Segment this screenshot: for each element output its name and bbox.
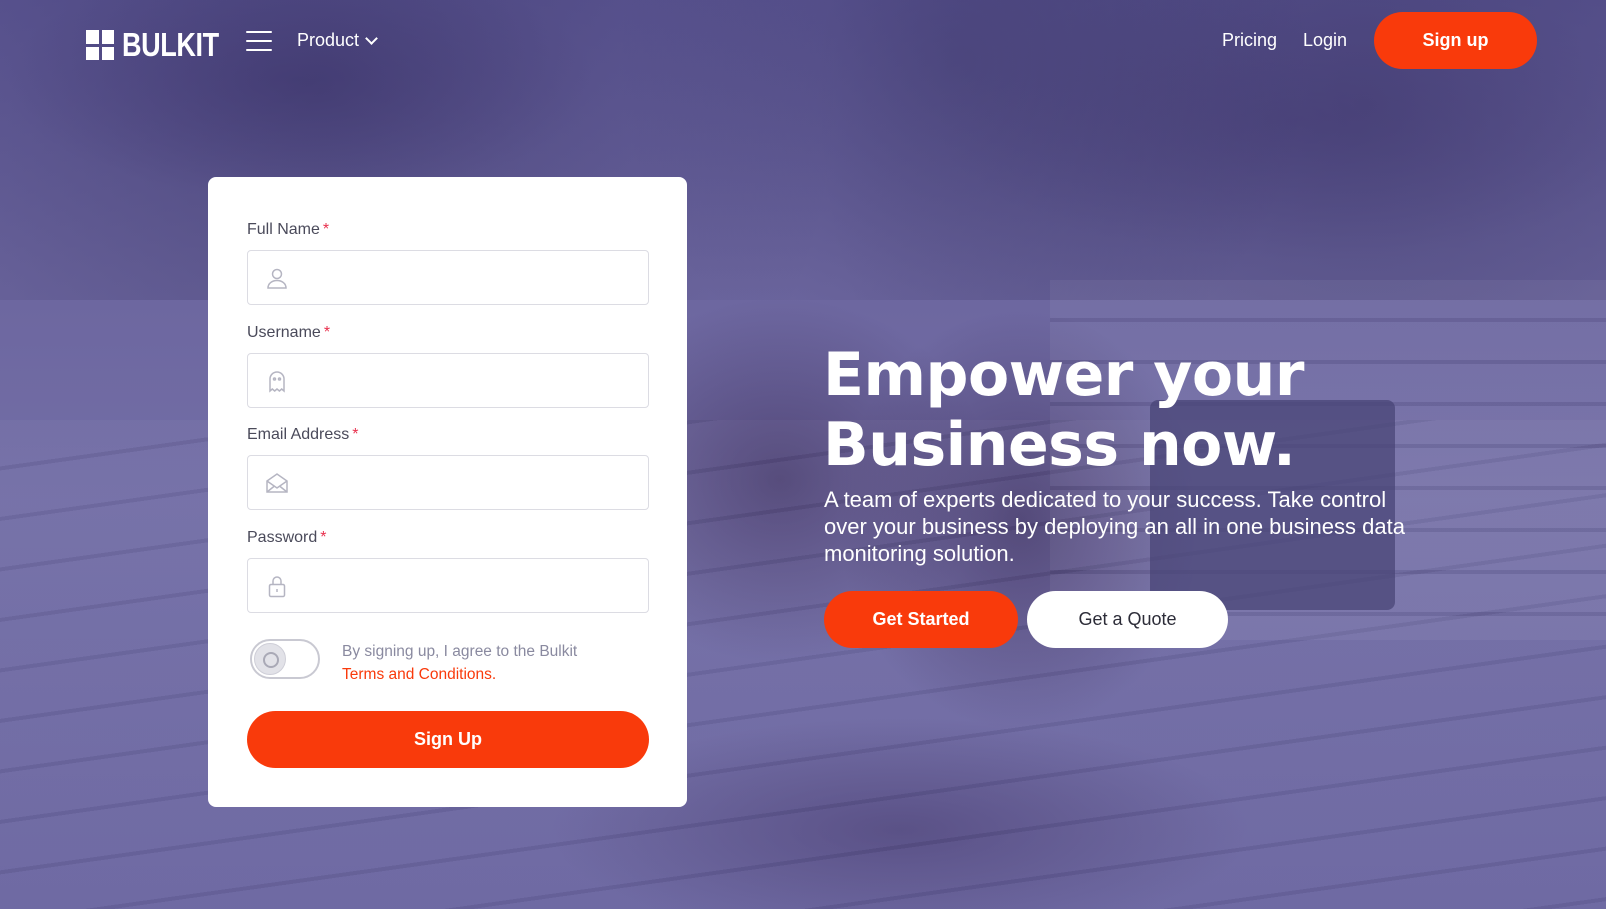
- password-label: Password *: [247, 529, 327, 546]
- pricing-link[interactable]: Pricing: [1222, 30, 1277, 51]
- hero-headline: Empower your Business now.: [823, 340, 1463, 480]
- email-field[interactable]: [247, 455, 649, 510]
- required-mark: *: [322, 221, 330, 238]
- username-input[interactable]: [300, 354, 640, 407]
- full-name-field[interactable]: [247, 250, 649, 305]
- full-name-label: Full Name *: [247, 221, 330, 238]
- hero-subtext: A team of experts dedicated to your succ…: [824, 487, 1405, 566]
- username-field[interactable]: [247, 353, 649, 408]
- nav-signup-button[interactable]: Sign up: [1374, 12, 1537, 69]
- terms-link[interactable]: Terms and Conditions.: [342, 663, 496, 686]
- get-started-button[interactable]: Get Started: [824, 591, 1018, 648]
- envelope-icon: [266, 473, 288, 493]
- signup-form-card: Full Name * Username * Email Address * Pass…: [208, 177, 687, 807]
- product-dropdown[interactable]: Product: [297, 30, 378, 51]
- agree-text: By signing up, I agree to the Bulkit: [342, 643, 578, 660]
- product-dropdown-label: Product: [297, 30, 360, 50]
- headline-line-1: Empower your: [823, 340, 1304, 410]
- username-label: Username *: [247, 324, 331, 341]
- get-quote-button[interactable]: Get a Quote: [1027, 591, 1228, 648]
- logo-grid-icon: [86, 30, 114, 60]
- ghost-icon: [269, 371, 285, 393]
- hamburger-menu-icon[interactable]: [246, 31, 272, 51]
- form-signup-button[interactable]: Sign Up: [247, 711, 649, 768]
- brand-logo[interactable]: BULKIT: [86, 26, 240, 64]
- password-field[interactable]: [247, 558, 649, 613]
- toggle-knob: [254, 643, 286, 675]
- user-icon: [267, 268, 287, 289]
- required-mark: *: [352, 426, 359, 443]
- chevron-down-icon: [365, 32, 378, 45]
- email-label: Email Address *: [247, 426, 359, 443]
- lock-icon: [268, 576, 286, 598]
- required-mark: *: [323, 324, 331, 341]
- navbar: BULKIT Product Pricing Login Sign up: [0, 0, 1606, 80]
- password-input[interactable]: [300, 559, 640, 612]
- terms-toggle[interactable]: [250, 639, 320, 679]
- login-link[interactable]: Login: [1303, 30, 1347, 51]
- required-mark: *: [320, 529, 327, 546]
- brand-name: BULKIT: [122, 26, 219, 63]
- terms-agreement: By signing up, I agree to the Bulkit Ter…: [342, 640, 577, 686]
- email-input[interactable]: [300, 456, 640, 509]
- full-name-input[interactable]: [300, 251, 640, 304]
- headline-line-2: Business now.: [823, 410, 1296, 480]
